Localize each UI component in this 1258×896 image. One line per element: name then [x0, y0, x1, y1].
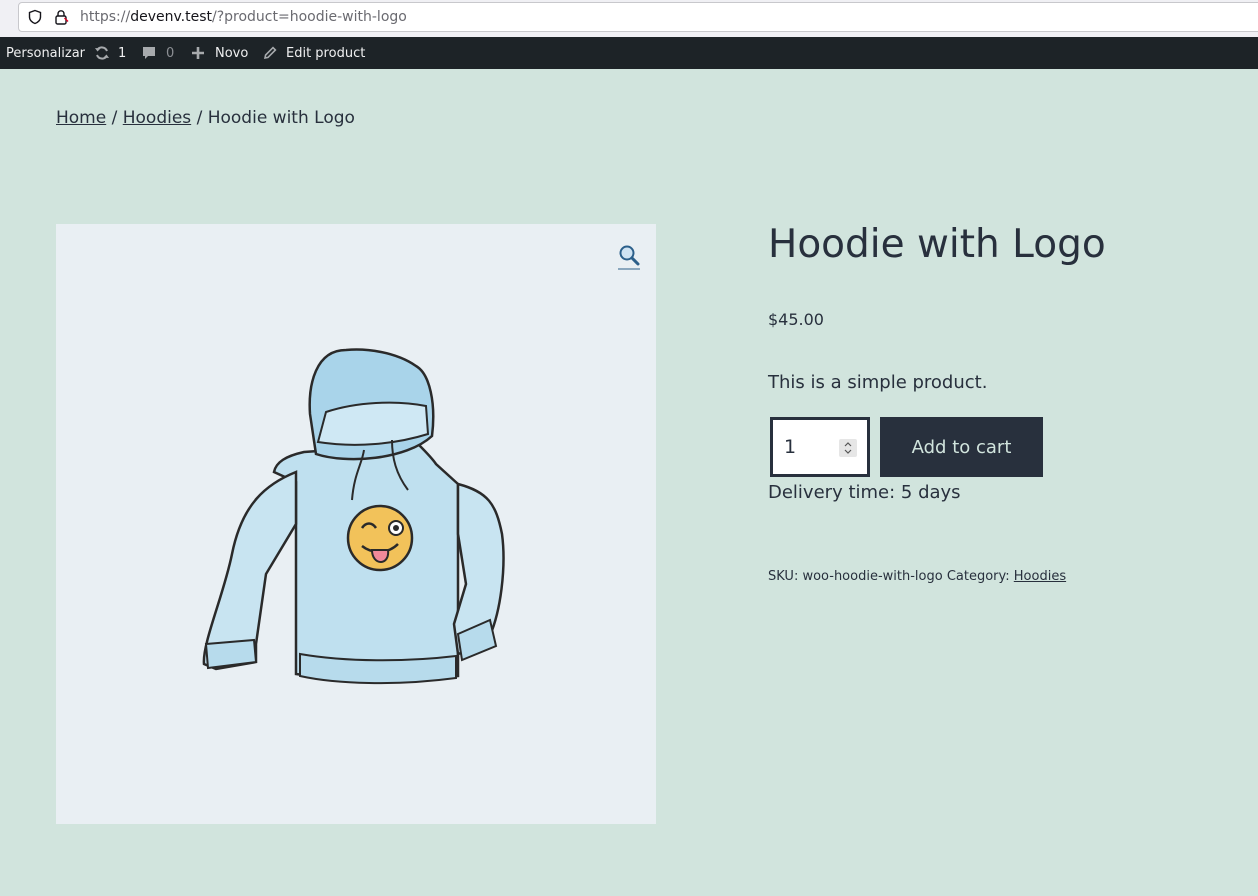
quantity-value: 1 [784, 436, 797, 458]
url-host: devenv.test [130, 9, 212, 25]
new-label: Novo [215, 45, 249, 61]
sku-label: SKU: [768, 569, 803, 584]
breadcrumb-category-link[interactable]: Hoodies [123, 108, 191, 128]
updates-icon [95, 46, 109, 60]
edit-product-link[interactable]: Edit product [262, 37, 365, 69]
breadcrumb-home-link[interactable]: Home [56, 108, 106, 128]
sku-value: woo-hoodie-with-logo [802, 569, 943, 584]
delivery-time: Delivery time: 5 days [768, 482, 961, 503]
breadcrumb: Home / Hoodies / Hoodie with Logo [56, 108, 355, 128]
breadcrumb-current: Hoodie with Logo [207, 108, 355, 128]
shield-icon[interactable] [27, 9, 43, 25]
product-title: Hoodie with Logo [768, 222, 1106, 267]
lock-icon[interactable] [53, 9, 69, 25]
comments-count: 0 [166, 45, 175, 61]
browser-toolbar: https://devenv.test/?product=hoodie-with… [0, 0, 1258, 37]
zoom-icon[interactable] [618, 244, 642, 270]
customize-label: Personalizar [6, 45, 86, 61]
product-gallery[interactable] [56, 224, 656, 824]
plus-icon [192, 47, 204, 59]
product-short-description: This is a simple product. [768, 372, 988, 393]
url-text[interactable]: https://devenv.test/?product=hoodie-with… [80, 9, 407, 25]
product-photo [202, 348, 505, 685]
product-meta: SKU: woo-hoodie-with-logo Category: Hood… [768, 569, 1066, 584]
breadcrumb-separator: / [191, 108, 208, 128]
category-link[interactable]: Hoodies [1014, 569, 1066, 584]
pencil-icon [263, 46, 277, 60]
breadcrumb-separator: / [106, 108, 123, 128]
add-to-cart-button[interactable]: Add to cart [880, 417, 1043, 477]
product-price: $45.00 [768, 310, 824, 329]
comments-link[interactable]: 0 [141, 37, 174, 69]
updates-count: 1 [118, 45, 127, 61]
new-content-link[interactable]: Novo [190, 37, 248, 69]
quantity-spinner[interactable] [839, 439, 857, 457]
category-label: Category: [942, 569, 1014, 584]
customize-link[interactable]: Personalizar [6, 37, 85, 69]
quantity-input[interactable]: 1 [770, 417, 870, 477]
address-bar[interactable]: https://devenv.test/?product=hoodie-with… [18, 2, 1258, 32]
edit-product-label: Edit product [286, 45, 366, 61]
url-scheme: https:// [80, 9, 131, 25]
url-path: /?product=hoodie-with-logo [212, 9, 407, 25]
comments-icon [143, 47, 155, 59]
updates-link[interactable]: 1 [94, 37, 126, 69]
wp-admin-bar: Personalizar 1 0 Novo Edit product [0, 37, 1258, 69]
